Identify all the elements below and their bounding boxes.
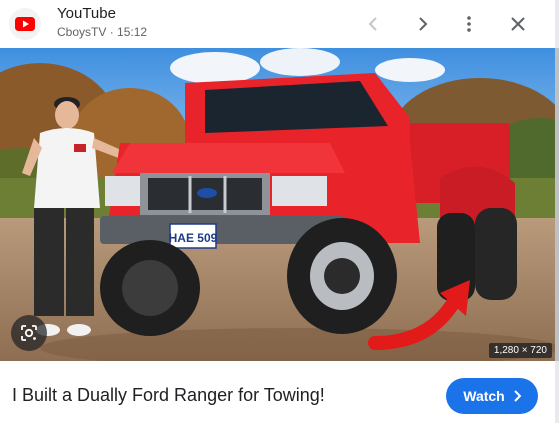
caption-row: I Built a Dually Ford Ranger for Towing!… (0, 361, 555, 423)
image-dimensions-badge: 1,280 × 720 (488, 343, 552, 358)
source-meta: CboysTV · 15:12 (57, 25, 147, 39)
google-lens-icon (21, 325, 37, 341)
watch-button[interactable]: Watch (446, 378, 538, 414)
chevron-right-icon (514, 390, 521, 402)
scrollbar-thumb[interactable] (555, 48, 559, 361)
youtube-logo-icon[interactable] (9, 8, 41, 40)
channel-name: CboysTV (57, 25, 107, 39)
scrollbar[interactable] (555, 0, 559, 423)
next-button[interactable] (406, 8, 438, 40)
more-vert-icon (467, 16, 471, 32)
chevron-left-icon (368, 17, 377, 31)
thumbnail-image: HAE 509 (0, 48, 555, 361)
source-name[interactable]: YouTube (57, 5, 116, 22)
video-title[interactable]: I Built a Dually Ford Ranger for Towing! (12, 385, 325, 406)
close-icon (511, 17, 525, 31)
preview-image[interactable]: HAE 509 1,280 × 720 (0, 48, 555, 361)
image-preview-panel: YouTube CboysTV · 15:12 HAE 509 1,280 × … (0, 0, 559, 423)
previous-button[interactable] (358, 8, 390, 40)
watch-button-label: Watch (463, 388, 505, 404)
preview-header: YouTube CboysTV · 15:12 (0, 0, 559, 48)
video-duration: 15:12 (117, 25, 148, 39)
meta-separator: · (109, 25, 114, 39)
google-lens-button[interactable] (11, 315, 47, 351)
close-button[interactable] (502, 8, 534, 40)
chevron-right-icon (419, 17, 428, 31)
more-options-button[interactable] (453, 8, 485, 40)
license-plate-text: HAE 509 (169, 231, 218, 245)
